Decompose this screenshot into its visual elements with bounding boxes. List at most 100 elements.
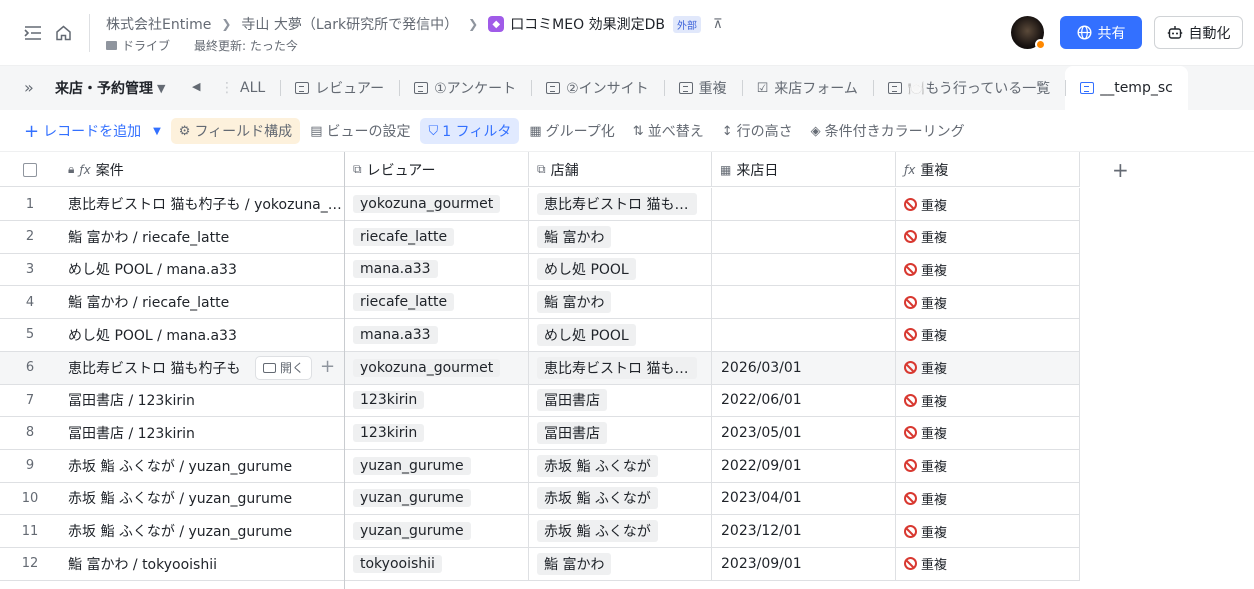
cell-reviewer[interactable]: yuzan_gurume — [345, 482, 529, 515]
tab-duplicate[interactable]: 重複 — [663, 66, 742, 110]
share-button[interactable]: 共有 — [1060, 16, 1142, 49]
cell-store[interactable]: 赤坂 鮨 ふくなが — [529, 515, 712, 547]
expand-icon[interactable]: » — [24, 78, 34, 97]
drive-link[interactable]: ドライブ — [122, 37, 170, 54]
cell-store[interactable]: めし処 POOL — [529, 253, 712, 286]
reviewer-chip[interactable]: mana.a33 — [353, 325, 438, 344]
view-settings-button[interactable]: ▤ ビューの設定 — [302, 118, 418, 144]
table-row[interactable]: 2 鮨 富かわ / riecafe_latte riecafe_latte 鮨 富かわ… — [0, 220, 1080, 254]
cell-duplicate[interactable]: 重複 — [896, 188, 1080, 220]
field-config-button[interactable]: ⚙ フィールド構成 — [170, 118, 301, 144]
store-chip[interactable]: 冨田書店 — [537, 421, 607, 444]
cell-reviewer[interactable]: yuzan_gurume — [345, 515, 529, 547]
reviewer-chip[interactable]: yokozuna_gourmet — [353, 195, 501, 213]
cell-duplicate[interactable]: 重複 — [896, 515, 1080, 547]
tab-survey[interactable]: ①アンケート — [399, 66, 531, 110]
cell-title[interactable]: 赤坂 鮨 ふくなが / yuzan_gurume — [60, 482, 345, 515]
cell-reviewer[interactable]: mana.a33 — [345, 318, 529, 351]
cell-store[interactable]: 恵比寿ビストロ 猫も杓子も — [529, 188, 712, 220]
cell-title[interactable]: めし処 POOL / mana.a33 — [60, 253, 345, 286]
cell-title[interactable]: 冨田書店 / 123kirin — [60, 384, 345, 417]
filter-button[interactable]: ⛉ 1 フィルタ — [420, 118, 520, 144]
store-chip[interactable]: 恵比寿ビストロ 猫も杓子も — [537, 193, 697, 215]
cell-visit-date[interactable] — [712, 318, 896, 351]
cell-store[interactable]: 鮨 富かわ — [529, 220, 712, 253]
cell-title[interactable]: 恵比寿ビストロ 猫も杓子も — [60, 352, 250, 384]
cell-duplicate[interactable]: 重複 — [896, 318, 1080, 351]
cell-visit-date[interactable]: 2023/09/01 — [712, 547, 896, 580]
cell-duplicate[interactable]: 重複 — [896, 482, 1080, 515]
cell-title[interactable]: 赤坂 鮨 ふくなが / yuzan_gurume — [60, 449, 345, 482]
store-chip[interactable]: 赤坂 鮨 ふくなが — [537, 520, 658, 542]
table-row[interactable]: 3 めし処 POOL / mana.a33 mana.a33 めし処 POOL 重複 — [0, 253, 1080, 287]
cell-store[interactable]: めし処 POOL — [529, 318, 712, 351]
cell-duplicate[interactable]: 重複 — [896, 351, 1080, 384]
column-header-title[interactable]: 🔒︎ ƒx 案件 — [60, 152, 345, 187]
cell-duplicate[interactable]: 重複 — [896, 416, 1080, 449]
tab-visited-list[interactable]: 🍽️もう行っている一覧 — [872, 66, 1065, 110]
cell-visit-date[interactable]: 2023/12/01 — [712, 515, 896, 547]
cell-duplicate[interactable]: 重複 — [896, 286, 1080, 319]
reviewer-chip[interactable]: mana.a33 — [353, 260, 438, 279]
cell-visit-date[interactable] — [712, 286, 896, 319]
table-row[interactable]: 4 鮨 富かわ / riecafe_latte riecafe_latte 鮨 富かわ… — [0, 286, 1080, 320]
table-row[interactable]: 12 鮨 富かわ / tokyooishii tokyooishii 鮨 富かわ 202… — [0, 547, 1080, 581]
store-chip[interactable]: めし処 POOL — [537, 323, 636, 346]
group-button[interactable]: ▦ グループ化 — [521, 118, 622, 144]
cell-reviewer[interactable]: riecafe_latte — [345, 220, 529, 253]
cell-store[interactable]: 鮨 富かわ — [529, 547, 712, 580]
avatar[interactable] — [1011, 16, 1046, 50]
pin-icon[interactable]: ⊼ — [713, 17, 723, 32]
add-column-icon[interactable]: + — [1112, 158, 1129, 182]
store-chip[interactable]: 赤坂 鮨 ふくなが — [537, 454, 658, 477]
cell-title[interactable]: 鮨 富かわ / riecafe_latte — [60, 220, 345, 253]
column-header-visit-date[interactable]: ▦ 来店日 — [712, 152, 896, 187]
reviewer-chip[interactable]: 123kirin — [353, 423, 425, 442]
breadcrumb-user[interactable]: 寺山 大夢（Lark研究所で発信中） — [241, 14, 458, 34]
reviewer-chip[interactable]: yuzan_gurume — [353, 489, 471, 508]
cell-reviewer[interactable]: yuzan_gurume — [345, 449, 529, 482]
cell-visit-date[interactable]: 2023/04/01 — [712, 482, 896, 515]
cell-duplicate[interactable]: 重複 — [896, 384, 1080, 417]
cell-store[interactable]: 赤坂 鮨 ふくなが — [529, 482, 712, 515]
cell-store[interactable]: 鮨 富かわ — [529, 286, 712, 319]
row-height-button[interactable]: ↕ 行の高さ — [714, 118, 801, 144]
reviewer-chip[interactable]: 123kirin — [353, 391, 425, 410]
store-chip[interactable]: めし処 POOL — [537, 258, 636, 281]
cell-title[interactable]: 冨田書店 / 123kirin — [60, 416, 345, 449]
conditional-color-button[interactable]: ◈ 条件付きカラーリング — [803, 118, 973, 144]
cell-duplicate[interactable]: 重複 — [896, 253, 1080, 286]
cell-store[interactable]: 恵比寿ビストロ 猫も杓子も — [529, 351, 712, 384]
table-row[interactable]: 10 赤坂 鮨 ふくなが / yuzan_gurume yuzan_gurume 赤坂… — [0, 482, 1080, 516]
cell-title[interactable]: 鮨 富かわ / riecafe_latte — [60, 286, 345, 319]
reviewer-chip[interactable]: yuzan_gurume — [353, 522, 471, 540]
cell-visit-date[interactable] — [712, 188, 896, 220]
cell-duplicate[interactable]: 重複 — [896, 547, 1080, 580]
sort-button[interactable]: ⇅ 並べ替え — [625, 118, 712, 144]
table-row[interactable]: 9 赤坂 鮨 ふくなが / yuzan_gurume yuzan_gurume 赤坂 … — [0, 449, 1080, 483]
select-all[interactable] — [0, 152, 60, 187]
store-chip[interactable]: 冨田書店 — [537, 389, 607, 412]
add-record-button[interactable]: + レコードを追加 ▼ — [16, 118, 169, 144]
cell-reviewer[interactable]: riecafe_latte — [345, 286, 529, 319]
cell-visit-date[interactable]: 2026/03/01 — [712, 351, 896, 384]
cell-reviewer[interactable]: 123kirin — [345, 384, 529, 417]
cell-title[interactable]: 恵比寿ビストロ 猫も杓子も / yokozuna_gourmet — [60, 188, 345, 220]
chevron-down-icon[interactable]: ▼ — [153, 126, 161, 137]
page-title[interactable]: 口コミMEO 効果測定DB — [510, 14, 665, 34]
reviewer-chip[interactable]: yuzan_gurume — [353, 456, 471, 475]
checkbox[interactable] — [23, 162, 37, 177]
cell-reviewer[interactable]: mana.a33 — [345, 253, 529, 286]
cell-store[interactable]: 冨田書店 — [529, 416, 712, 449]
cell-duplicate[interactable]: 重複 — [896, 220, 1080, 253]
cell-reviewer[interactable]: tokyooishii — [345, 547, 529, 580]
table-row[interactable]: 11 赤坂 鮨 ふくなが / yuzan_gurume yuzan_gurume 赤坂… — [0, 515, 1080, 548]
reviewer-chip[interactable]: riecafe_latte — [353, 293, 455, 312]
table-row[interactable]: 7 冨田書店 / 123kirin 123kirin 冨田書店 2022/06/01 重複 — [0, 384, 1080, 418]
scroll-left-icon[interactable]: ◀ — [192, 80, 200, 93]
tab-temp[interactable]: __temp_sc — [1065, 66, 1188, 110]
table-row[interactable]: 1 恵比寿ビストロ 猫も杓子も / yokozuna_gourmet yokozun… — [0, 188, 1080, 221]
cell-visit-date[interactable]: 2023/05/01 — [712, 416, 896, 449]
table-row[interactable]: 6 恵比寿ビストロ 猫も杓子も yokozuna_gourmet 恵比寿ビストロ 猫も… — [0, 351, 1080, 385]
tab-all[interactable]: ⋮ ALL — [212, 66, 280, 110]
